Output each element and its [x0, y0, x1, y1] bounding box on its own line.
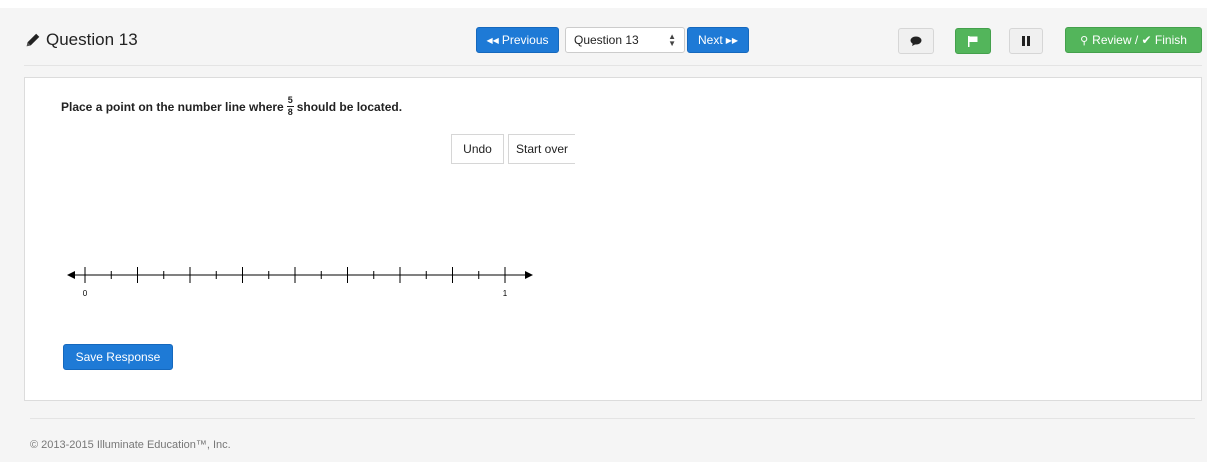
comment-button[interactable]	[898, 28, 934, 54]
question-title-text: Question 13	[46, 30, 138, 49]
review-finish-button[interactable]: ⚲ Review / ✔ Finish	[1065, 27, 1202, 53]
pencil-icon	[26, 33, 40, 47]
footer-divider	[30, 418, 1195, 419]
next-button[interactable]: Next ▶▶	[687, 27, 749, 53]
fraction-denominator: 8	[287, 107, 293, 117]
double-chevron-left-icon: ◀◀	[486, 35, 499, 45]
top-strip	[0, 0, 1207, 8]
search-icon: ⚲	[1080, 34, 1089, 47]
number-line-start-label: 0	[83, 289, 88, 298]
fraction-numerator: 5	[287, 95, 293, 105]
number-line-left-arrow	[67, 271, 75, 279]
header-divider	[24, 65, 1202, 66]
next-label: Next	[698, 33, 723, 47]
select-arrows-icon: ▲ ▼	[668, 32, 676, 48]
undo-button[interactable]: Undo	[451, 134, 504, 164]
question-panel: Place a point on the number line where 5…	[24, 77, 1202, 401]
review-finish-label: Review / ✔ Finish	[1092, 33, 1187, 47]
question-select[interactable]: Question 13 ▲ ▼	[565, 27, 685, 53]
question-prompt: Place a point on the number line where 5…	[61, 96, 402, 117]
pause-button[interactable]	[1009, 28, 1043, 54]
previous-button[interactable]: ◀◀ Previous	[476, 27, 559, 53]
double-chevron-right-icon: ▶▶	[725, 35, 738, 45]
fraction: 5 8	[286, 95, 294, 117]
number-line[interactable]: 0 1	[65, 263, 535, 303]
pause-icon	[1022, 36, 1030, 46]
number-line-end-label: 1	[503, 289, 508, 298]
number-line-right-arrow	[525, 271, 533, 279]
prompt-text-end: should be located.	[296, 99, 403, 114]
speech-bubble-icon	[910, 36, 922, 46]
prompt-text-start: Place a point on the number line where	[61, 99, 284, 114]
question-select-value: Question 13	[574, 33, 639, 47]
save-response-button[interactable]: Save Response	[63, 344, 173, 370]
previous-label: Previous	[501, 33, 549, 47]
start-over-button[interactable]: Start over	[508, 134, 575, 164]
flag-icon	[968, 35, 978, 47]
footer-copyright: © 2013-2015 Illuminate Education™, Inc.	[30, 439, 231, 451]
flag-button[interactable]	[955, 28, 991, 54]
question-title: Question 13	[24, 28, 138, 52]
